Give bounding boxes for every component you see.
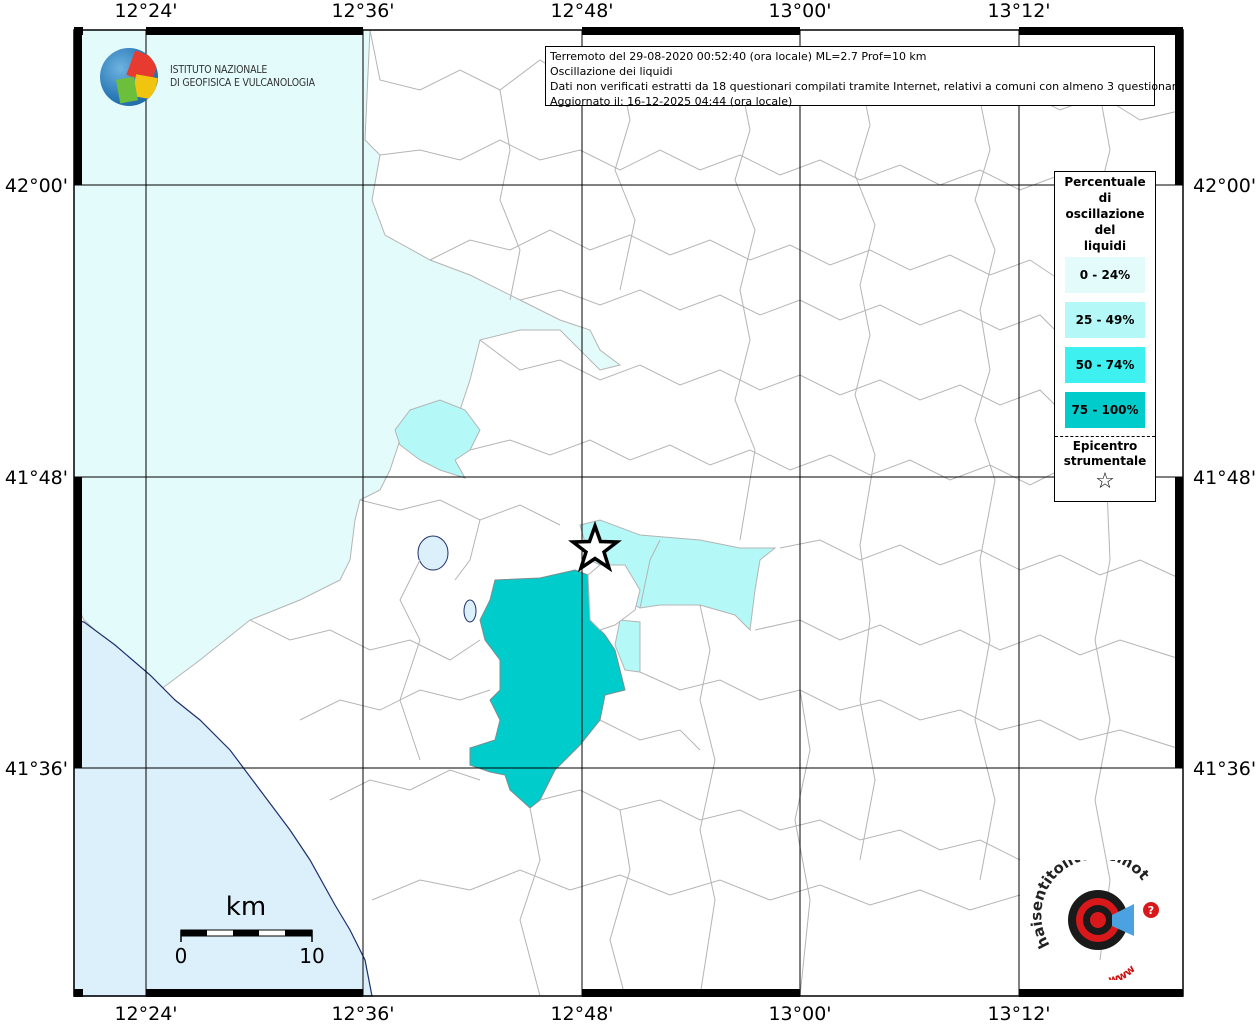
legend-title-line: del: [1094, 223, 1116, 237]
bottom-tick-label: 12°48': [550, 1003, 613, 1024]
top-tick-label: 12°48': [550, 0, 613, 22]
right-tick-label: 41°48': [1193, 467, 1256, 489]
event-line: Aggiornato il: 16-12-2025 04:44 (ora loc…: [550, 95, 793, 108]
top-tick-label: 12°36': [331, 0, 394, 22]
bottom-tick-label: 12°36': [331, 1003, 394, 1024]
hsl-logo-sub: www: [1107, 962, 1138, 980]
ingv-logo: ISTITUTO NAZIONALE DI GEOFISICA E VULCAN…: [100, 48, 340, 110]
left-tick-label: 42°00': [5, 175, 68, 197]
star-icon: ☆: [1095, 469, 1115, 494]
left-tick-label: 41°36': [5, 758, 68, 780]
legend-item-50-74: 50 - 74%: [1065, 347, 1145, 383]
legend-title: Percentuale di oscillazione del liquidi: [1060, 172, 1150, 254]
legend-title-line: Percentuale: [1064, 175, 1146, 189]
lake-nemi: [463, 599, 477, 623]
bottom-tick-label: 13°12': [987, 1003, 1050, 1024]
top-tick-label: 12°24': [114, 0, 177, 22]
legend-item-25-49: 25 - 49%: [1065, 302, 1145, 338]
legend: Percentuale di oscillazione del liquidi …: [1054, 171, 1156, 502]
event-line: Dati non verificati estratti da 18 quest…: [550, 80, 1183, 93]
svg-text:?: ?: [1148, 904, 1154, 917]
lake-albano: [417, 535, 449, 571]
legend-item-75-100: 75 - 100%: [1065, 392, 1145, 428]
bottom-tick-label: 13°00': [768, 1003, 831, 1024]
top-tick-label: 13°12': [987, 0, 1050, 22]
legend-epicenter-title: Epicentro strumentale: [1055, 439, 1155, 469]
ingv-logo-line2: DI GEOFISICA E VULCANOLOGIA: [170, 76, 315, 89]
scale-unit: km: [226, 892, 266, 922]
legend-title-line: liquidi: [1083, 239, 1127, 253]
left-tick-label: 41°48': [5, 467, 68, 489]
right-tick-label: 42°00': [1193, 175, 1256, 197]
event-line: Terremoto del 29-08-2020 00:52:40 (ora l…: [550, 50, 927, 63]
legend-title-line: di: [1098, 191, 1112, 205]
legend-epicenter-line: Epicentro: [1072, 439, 1138, 453]
legend-title-line: oscillazione: [1065, 207, 1145, 221]
bottom-tick-label: 12°24': [114, 1003, 177, 1024]
right-tick-label: 41°36': [1193, 758, 1256, 780]
svg-text:www: www: [1107, 962, 1138, 980]
ingv-logo-line1: ISTITUTO NAZIONALE: [170, 63, 268, 76]
event-line: Oscillazione dei liquidi: [550, 65, 673, 78]
legend-item-0-24: 0 - 24%: [1065, 257, 1145, 293]
event-info-box: Terremoto del 29-08-2020 00:52:40 (ora l…: [545, 46, 1183, 108]
legend-epicenter-line: strumentale: [1063, 454, 1147, 468]
top-tick-label: 13°00': [768, 0, 831, 22]
legend-divider: [1055, 436, 1155, 437]
hsl-logo[interactable]: haisentitoilterremoto.it www ?: [1030, 860, 1170, 980]
scale-max-label: 10: [299, 944, 324, 968]
scale-min-label: 0: [175, 944, 188, 968]
globe-icon: [100, 48, 158, 106]
